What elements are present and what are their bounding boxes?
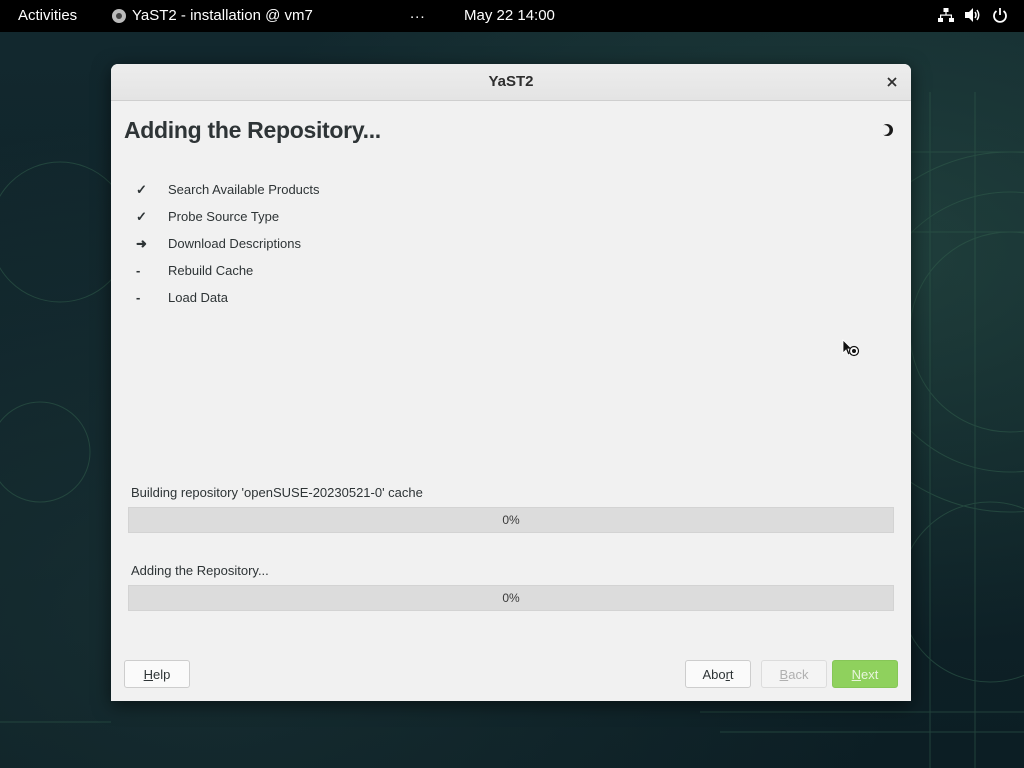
activities-button[interactable]: Activities [18,7,77,24]
yast-app-icon [112,8,126,23]
step-label: Search Available Products [168,182,320,197]
volume-icon[interactable] [964,7,982,23]
progress-label-cache: Building repository 'openSUSE-20230521-0… [131,485,423,500]
step-done-check-icon: ✓ [136,208,147,224]
help-label-rest: elp [153,666,171,682]
app-menu[interactable]: YaST2 - installation @ vm7 [112,7,313,24]
abort-label-pre: Abo [702,666,726,682]
step-label: Load Data [168,290,228,305]
step-label: Probe Source Type [168,209,280,224]
close-icon [887,77,897,87]
system-tray[interactable] [938,7,1008,23]
window-title: YaST2 [488,73,534,90]
network-icon[interactable] [938,7,954,23]
back-label-rest: ack [788,666,809,682]
overflow-indicator: ... [410,5,426,22]
progress-bar-overall: 0% [128,585,894,611]
progress-bar-cache: 0% [128,507,894,533]
step-pending-dash-icon: - [136,263,141,278]
step-item: ➜ Download Descriptions [136,230,320,257]
back-button[interactable]: Back [761,660,827,688]
top-bar: Activities YaST2 - installation @ vm7 ..… [0,0,1024,32]
next-mnemonic: N [851,666,862,682]
back-mnemonic: B [779,666,789,682]
step-item: ✓ Probe Source Type [136,203,320,230]
clock[interactable]: May 22 14:00 [464,7,555,24]
page-title: Adding the Repository... [124,117,381,143]
next-label-rest: ext [861,666,879,682]
mouse-pointer-busy-icon [842,339,860,357]
step-label: Rebuild Cache [168,263,254,278]
step-list: ✓ Search Available Products ✓ Probe Sour… [136,176,320,311]
step-label: Download Descriptions [168,236,301,251]
busy-icon [880,124,893,136]
close-button[interactable] [883,73,901,91]
step-item: - Rebuild Cache [136,257,320,284]
next-button[interactable]: Next [832,660,898,688]
title-bar[interactable]: YaST2 [111,64,911,101]
step-item: ✓ Search Available Products [136,176,320,203]
progress-label-overall: Adding the Repository... [131,563,269,578]
help-button[interactable]: Help [124,660,190,688]
abort-button[interactable]: Abo r t [685,660,751,688]
help-mnemonic: H [143,666,154,682]
step-item: - Load Data [136,284,320,311]
step-current-arrow-icon: ➜ [136,235,147,251]
app-menu-title: YaST2 - installation @ vm7 [132,7,313,24]
abort-label-rest: t [729,666,734,682]
step-done-check-icon: ✓ [136,181,147,197]
step-pending-dash-icon: - [136,290,141,305]
power-icon[interactable] [992,7,1008,23]
yast-dialog: YaST2 Adding the Repository... ✓ Search … [111,64,911,701]
progress-percent: 0% [502,591,520,605]
progress-percent: 0% [502,513,520,527]
